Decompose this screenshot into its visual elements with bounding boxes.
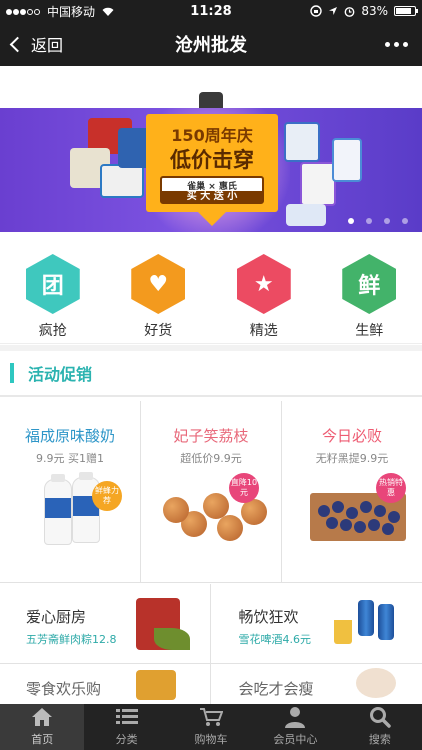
promo-cell-diet[interactable]: 会吃才会瘦 <box>211 664 422 704</box>
header-strip <box>0 66 422 108</box>
carousel-indicator[interactable] <box>348 218 408 224</box>
promo-badge: 直降10元 <box>229 473 259 503</box>
category-item-selected[interactable]: ★ 精选 <box>211 232 317 343</box>
product-image <box>286 204 326 226</box>
rotation-lock-icon <box>310 5 323 17</box>
search-icon <box>369 707 391 728</box>
tab-label: 首页 <box>31 733 54 746</box>
beer-image <box>358 600 374 636</box>
category-label: 精选 <box>249 323 278 339</box>
beer-glass-image <box>334 620 352 644</box>
zongzi-image <box>135 598 190 650</box>
page-title: 沧州批发 <box>175 35 247 56</box>
tab-member[interactable]: 会员中心 <box>253 704 337 750</box>
tab-bar: 首页 分类 购物车 会员中心 搜索 <box>0 704 422 750</box>
back-button[interactable]: 返回 <box>0 32 120 56</box>
promo-cell-snacks[interactable]: 零食欢乐购 <box>0 664 211 704</box>
section-title: 活动促销 <box>28 365 93 384</box>
star-icon: ★ <box>236 254 291 314</box>
yogurt-image <box>44 474 72 545</box>
category-item-good[interactable]: ♥ 好货 <box>106 232 212 343</box>
battery-icon <box>394 6 418 16</box>
category-label: 疯抢 <box>38 323 67 339</box>
user-icon <box>285 707 306 728</box>
more-button[interactable] <box>302 41 422 47</box>
battery-percent: 83% <box>361 4 388 18</box>
beer-image <box>378 604 394 640</box>
tab-label: 分类 <box>115 733 138 746</box>
signal-icon <box>6 4 41 18</box>
category-item-fresh[interactable]: 鲜 生鲜 <box>317 232 422 343</box>
location-icon <box>329 7 338 15</box>
section-header: 活动促销 <box>0 351 422 397</box>
promo-title: 畅饮狂欢 <box>238 608 299 626</box>
promo-cell-drinks[interactable]: 畅饮狂欢 雪花啤酒4.6元 <box>211 584 422 663</box>
promo-card-lychee[interactable]: 妃子笑荔枝 超低价9.9元 直降10元 <box>141 401 282 582</box>
banner-offer: 买 大 送 小 <box>162 191 262 202</box>
promo-banner[interactable]: 150周年庆 低价击穿 雀巢 × 惠氏 买 大 送 小 <box>0 108 422 232</box>
tab-home[interactable]: 首页 <box>0 704 85 750</box>
promo-title: 今日必败 <box>321 427 382 445</box>
group-buy-icon: 团 <box>25 254 80 314</box>
promo-subtitle: 超低价9.9元 <box>180 452 242 465</box>
alarm-icon <box>344 6 355 17</box>
back-label: 返回 <box>31 36 64 55</box>
list-icon <box>115 709 138 724</box>
banner-sign: 150周年庆 低价击穿 雀巢 × 惠氏 买 大 送 小 <box>146 114 278 226</box>
tab-search[interactable]: 搜索 <box>338 704 422 750</box>
banner-slogan: 低价击穿 <box>170 148 254 172</box>
shop-logo <box>199 92 223 108</box>
promo-badge: 鲜蜂力荐 <box>92 481 122 511</box>
nav-bar: 返回 沧州批发 <box>0 22 422 66</box>
product-image <box>332 138 362 182</box>
tab-label: 会员中心 <box>273 733 318 746</box>
promo-card-yogurt[interactable]: 福成原味酸奶 9.9元 买1赠1 鲜蜂力荐 <box>0 401 141 582</box>
carrier-label: 中国移动 <box>47 4 96 19</box>
promo-subtitle: 无籽黑提9.9元 <box>315 452 389 465</box>
lychee-image <box>163 497 189 523</box>
tab-cart[interactable]: 购物车 <box>169 704 253 750</box>
promo-title: 福成原味酸奶 <box>24 427 115 445</box>
heart-icon: ♥ <box>131 254 186 314</box>
tab-label: 购物车 <box>194 733 228 746</box>
category-label: 好货 <box>144 323 173 339</box>
more-dots-icon <box>385 41 390 47</box>
snack-image <box>135 670 176 700</box>
banner-headline: 150周年庆 <box>171 126 253 145</box>
cart-icon <box>200 708 224 726</box>
promo-title: 妃子笑荔枝 <box>173 427 249 445</box>
tab-label: 搜索 <box>368 733 391 746</box>
category-item-crazy[interactable]: 团 疯抢 <box>0 232 106 343</box>
lychee-image <box>217 515 243 541</box>
promo-badge: 热销特惠 <box>376 473 406 503</box>
status-bar: 中国移动 11:28 83% <box>0 0 422 22</box>
promo-title: 爱心厨房 <box>26 608 87 626</box>
product-image <box>300 162 336 206</box>
promo-subtitle: 雪花啤酒4.6元 <box>238 633 312 646</box>
diet-image <box>356 668 396 698</box>
tab-category[interactable]: 分类 <box>84 704 168 750</box>
chevron-left-icon <box>9 36 26 52</box>
promo-card-grapes[interactable]: 今日必败 无籽黑提9.9元 热销特惠 <box>282 401 422 582</box>
home-icon <box>32 708 53 726</box>
promo-grid: 爱心厨房 五芳斋鲜肉粽12.8 畅饮狂欢 雪花啤酒4.6元 零食欢乐购 会吃才会… <box>0 584 422 704</box>
product-image <box>284 122 320 162</box>
fresh-icon: 鲜 <box>342 254 397 314</box>
promo-subtitle: 9.9元 买1赠1 <box>36 452 104 465</box>
wifi-icon <box>102 7 114 16</box>
promo-title: 零食欢乐购 <box>26 680 102 698</box>
category-grid: 团 疯抢 ♥ 好货 ★ 精选 鲜 生鲜 <box>0 232 422 344</box>
product-image <box>100 164 144 198</box>
promo-cell-kitchen[interactable]: 爱心厨房 五芳斋鲜肉粽12.8 <box>0 584 211 663</box>
category-label: 生鲜 <box>355 323 384 339</box>
promo-row: 福成原味酸奶 9.9元 买1赠1 鲜蜂力荐 妃子笑荔枝 超低价9.9元 直降10… <box>0 401 422 583</box>
